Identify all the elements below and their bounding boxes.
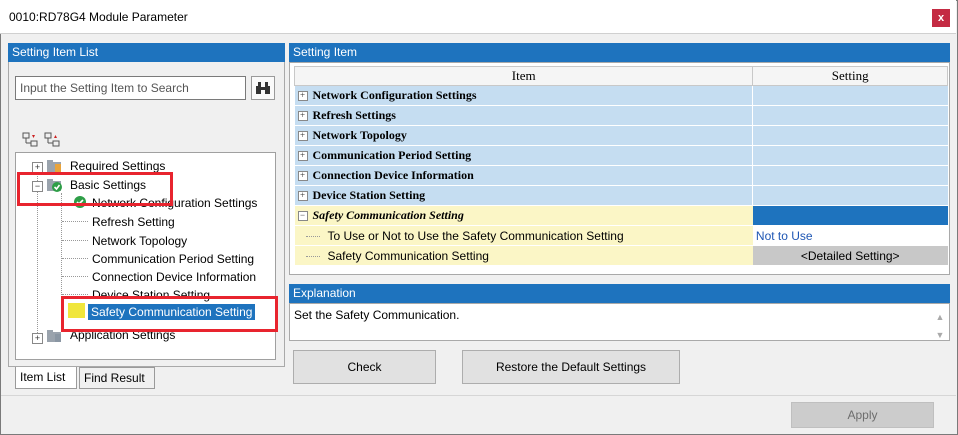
close-button[interactable]: x [932, 9, 950, 27]
tree-connector [62, 221, 88, 222]
tree-item-connection-device-information[interactable]: Connection Device Information [92, 269, 256, 285]
row-label: Device Station Setting [312, 188, 426, 202]
row-label: Safety Communication Setting [327, 248, 489, 263]
highlight-basic-settings [17, 172, 173, 206]
setting-item-header: Setting Item [289, 43, 950, 62]
collapse-all-icon[interactable] [44, 132, 60, 148]
table-row[interactable]: + Network Topology [294, 125, 948, 146]
tree-connector [62, 258, 88, 259]
settings-grid: Item Setting + Network Configuration Sett… [293, 66, 948, 266]
scroll-down-icon[interactable]: ▼ [935, 330, 945, 340]
setting-item-list-header: Setting Item List [8, 43, 285, 62]
detailed-setting-value[interactable]: <Detailed Setting> [752, 245, 948, 266]
divider [1, 395, 956, 396]
tree-connector [305, 235, 320, 237]
row-label: Connection Device Information [312, 168, 474, 182]
table-row-selected[interactable]: − Safety Communication Setting [294, 205, 948, 226]
table-row[interactable]: + Device Station Setting [294, 185, 948, 206]
tree-toolbar [22, 132, 82, 150]
explanation-header: Explanation [289, 284, 950, 303]
row-value[interactable] [752, 165, 948, 186]
row-value[interactable] [752, 105, 948, 126]
explanation-body: Set the Safety Communication. [294, 308, 460, 322]
explanation-text: Set the Safety Communication. ▲ ▼ [289, 303, 950, 341]
row-label: Network Configuration Settings [312, 88, 477, 102]
tab-find-result[interactable]: Find Result [79, 367, 155, 389]
row-label: Safety Communication Setting [312, 208, 464, 222]
folder-icon [47, 330, 61, 342]
expand-toggle[interactable]: + [297, 151, 308, 162]
collapse-toggle[interactable]: − [297, 211, 308, 222]
expand-toggle[interactable]: + [297, 111, 308, 122]
expand-toggle[interactable]: + [297, 171, 308, 182]
expand-toggle[interactable]: + [297, 131, 308, 142]
tree-connector [61, 193, 62, 309]
row-label: To Use or Not to Use the Safety Communic… [327, 228, 624, 243]
row-label: Refresh Settings [312, 108, 396, 122]
highlight-safety-communication [61, 296, 278, 332]
expand-toggle[interactable]: + [297, 91, 308, 102]
table-row[interactable]: + Network Configuration Settings [294, 85, 948, 106]
row-value[interactable] [752, 125, 948, 146]
tree-connector [62, 240, 88, 241]
expand-toggle[interactable]: + [32, 333, 43, 344]
tab-item-list[interactable]: Item List [15, 367, 77, 389]
expand-toggle[interactable]: + [297, 191, 308, 202]
row-label: Communication Period Setting [312, 148, 472, 162]
restore-defaults-button[interactable]: Restore the Default Settings [462, 350, 680, 384]
expand-all-icon[interactable] [22, 132, 38, 148]
search-button[interactable] [251, 76, 275, 100]
table-row[interactable]: To Use or Not to Use the Safety Communic… [294, 225, 948, 246]
tree-item-network-topology[interactable]: Network Topology [92, 233, 187, 249]
window-title: 0010:RD78G4 Module Parameter [9, 10, 188, 24]
table-row[interactable]: + Connection Device Information [294, 165, 948, 186]
folder-icon [47, 160, 61, 172]
row-value[interactable] [752, 85, 948, 106]
scroll-up-icon[interactable]: ▲ [935, 312, 945, 322]
column-header-setting[interactable]: Setting [752, 66, 948, 86]
table-row[interactable]: + Refresh Settings [294, 105, 948, 126]
tree-connector [62, 294, 88, 295]
row-value[interactable] [752, 145, 948, 166]
table-row[interactable]: Safety Communication Setting <Detailed S… [294, 245, 948, 266]
tree-connector [62, 276, 88, 277]
tree-item-communication-period[interactable]: Communication Period Setting [92, 251, 254, 267]
safety-use-value[interactable]: Not to Use [752, 225, 948, 246]
row-label: Network Topology [312, 128, 407, 142]
check-button[interactable]: Check [293, 350, 436, 384]
row-value[interactable] [752, 185, 948, 206]
search-input[interactable]: Input the Setting Item to Search [15, 76, 246, 100]
column-header-item[interactable]: Item [293, 66, 754, 86]
tree-connector [305, 255, 320, 257]
table-row[interactable]: + Communication Period Setting [294, 145, 948, 166]
tree-item-refresh-setting[interactable]: Refresh Setting [92, 214, 175, 230]
binoculars-icon [256, 82, 270, 94]
row-value[interactable] [752, 205, 948, 226]
apply-button[interactable]: Apply [791, 402, 934, 428]
